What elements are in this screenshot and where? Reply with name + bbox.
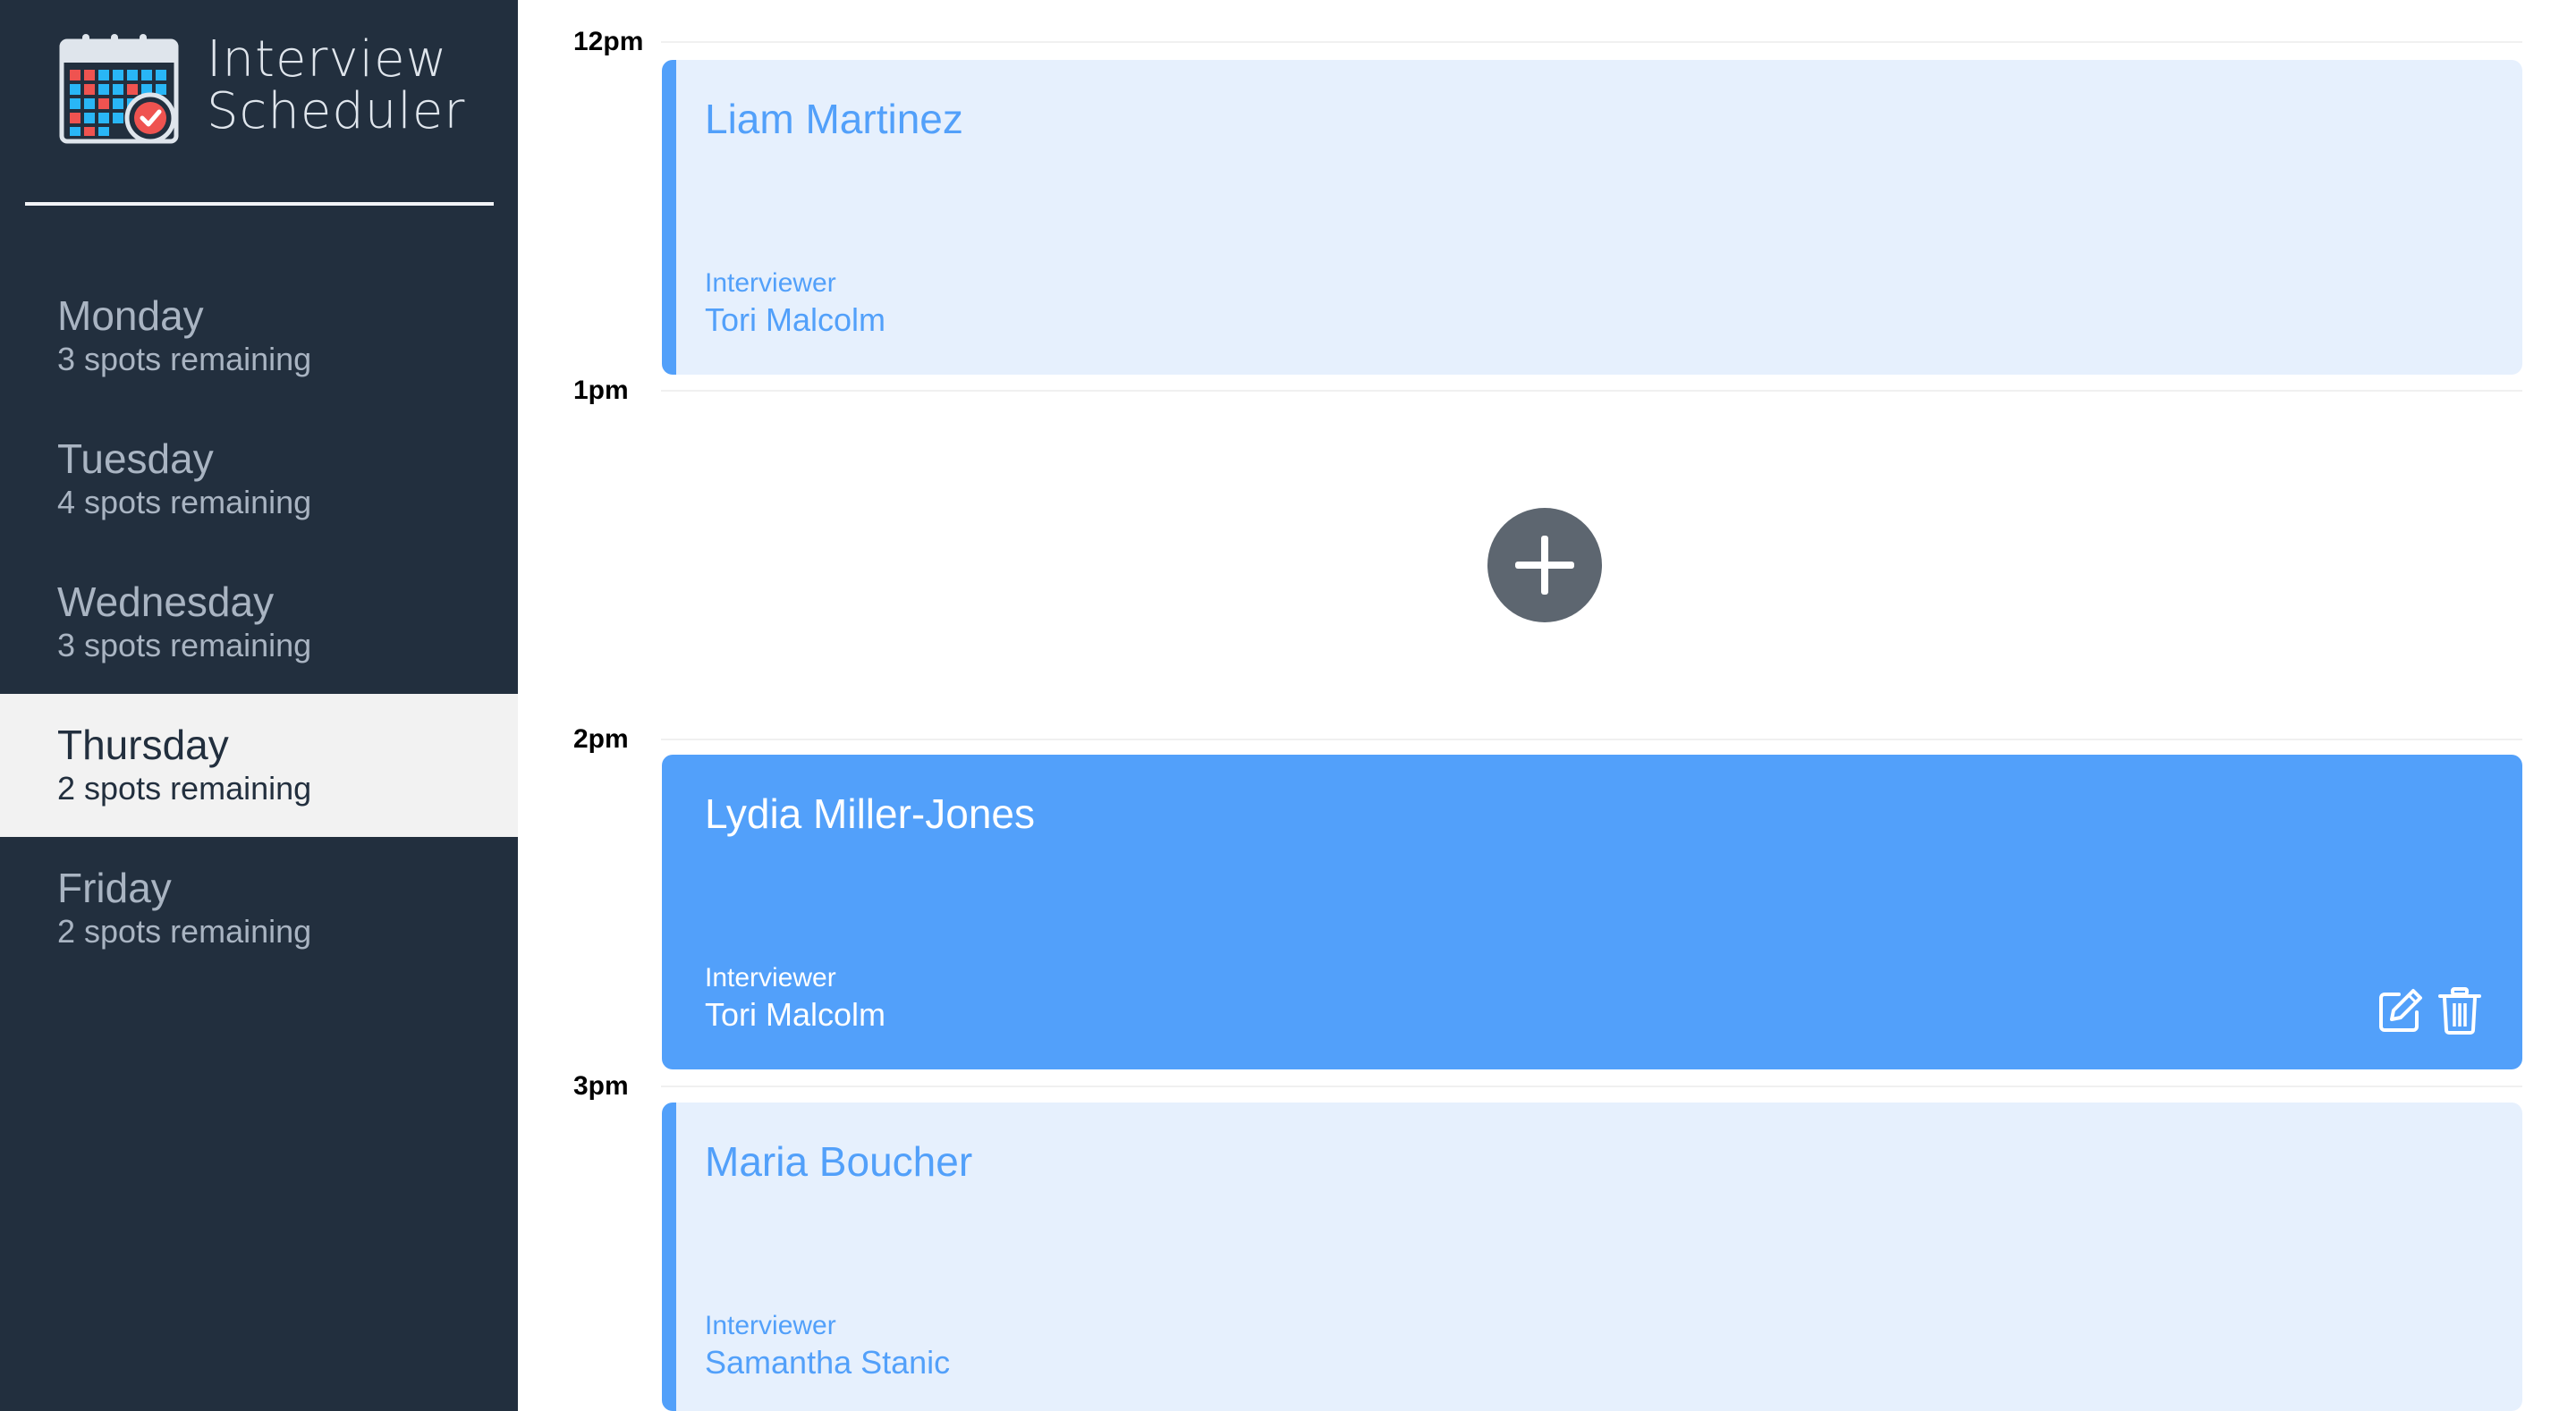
day-name: Wednesday — [57, 579, 275, 625]
day-spots-remaining: 4 spots remaining — [57, 484, 312, 520]
day-item-tuesday[interactable]: Tuesday 4 spots remaining — [0, 408, 518, 551]
time-label: 3pm — [573, 1071, 629, 1101]
time-label: 2pm — [573, 724, 629, 754]
day-list: Monday 3 spots remaining Tuesday 4 spots… — [0, 265, 518, 980]
sidebar: Interview Scheduler Monday 3 spots remai… — [0, 0, 518, 1411]
day-spots-remaining: 3 spots remaining — [57, 627, 312, 663]
day-name: Friday — [57, 865, 172, 911]
interviewer-name: Tori Malcolm — [705, 301, 886, 338]
day-spots-remaining: 2 spots remaining — [57, 770, 312, 807]
day-item-thursday[interactable]: Thursday 2 spots remaining — [0, 694, 518, 837]
day-spots-remaining: 3 spots remaining — [57, 341, 312, 377]
interviewer-name: Samantha Stanic — [705, 1344, 951, 1381]
time-separator — [661, 739, 2522, 740]
day-name: Thursday — [57, 722, 229, 768]
time-separator — [661, 41, 2522, 43]
student-name: Maria Boucher — [705, 1138, 973, 1185]
day-name: Monday — [57, 292, 204, 339]
app-title-line-1: Interview — [207, 30, 448, 89]
schedule: 12pm Liam Martinez Interviewer Tori Malc… — [518, 0, 2576, 1411]
student-name: Liam Martinez — [705, 96, 963, 142]
time-separator — [661, 1086, 2522, 1087]
calendar-logo-icon — [59, 34, 179, 144]
sidebar-divider — [25, 202, 494, 206]
time-separator — [661, 390, 2522, 392]
day-name: Tuesday — [57, 435, 214, 482]
time-label: 12pm — [573, 27, 644, 56]
interviewer-label: Interviewer — [705, 963, 836, 993]
day-item-wednesday[interactable]: Wednesday 3 spots remaining — [0, 551, 518, 694]
trash-icon[interactable] — [2435, 985, 2485, 1035]
appointment-actions — [2376, 985, 2483, 1035]
interviewer-label: Interviewer — [705, 1311, 836, 1340]
app-title-line-2: Scheduler — [207, 82, 466, 140]
app-title: Interview Scheduler — [207, 34, 465, 138]
day-spots-remaining: 2 spots remaining — [57, 913, 312, 950]
appointment-card[interactable]: Maria Boucher Interviewer Samantha Stani… — [662, 1103, 2522, 1411]
day-item-friday[interactable]: Friday 2 spots remaining — [0, 837, 518, 980]
edit-icon[interactable] — [2376, 985, 2426, 1035]
interviewer-label: Interviewer — [705, 268, 836, 298]
appointment-card[interactable]: Liam Martinez Interviewer Tori Malcolm — [662, 60, 2522, 375]
interviewer-name: Tori Malcolm — [705, 996, 886, 1033]
add-appointment-button[interactable] — [1487, 507, 1603, 623]
appointment-card[interactable]: Lydia Miller-Jones Interviewer Tori Malc… — [662, 755, 2522, 1069]
student-name: Lydia Miller-Jones — [705, 790, 1035, 837]
time-label: 1pm — [573, 376, 629, 405]
day-item-monday[interactable]: Monday 3 spots remaining — [0, 265, 518, 408]
brand: Interview Scheduler — [59, 32, 506, 148]
